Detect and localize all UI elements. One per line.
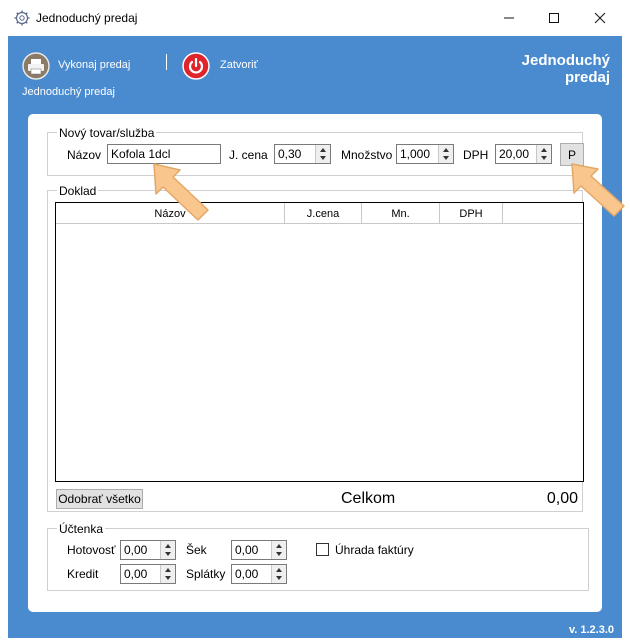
bill-legend: Účtenka (57, 522, 106, 536)
power-icon (182, 52, 210, 80)
quantity-spin-arrows[interactable] (438, 145, 453, 163)
close-app-label: Zatvoriť (220, 59, 258, 71)
title-bar: Jednoduchý predaj (0, 0, 630, 36)
spin-down-icon (165, 576, 171, 580)
installments-spin-arrows[interactable] (271, 565, 286, 583)
credit-spinner[interactable]: 0,00 (120, 564, 176, 584)
check-label: Šek (186, 543, 207, 557)
installments-spinner[interactable]: 0,00 (231, 564, 287, 584)
maximize-icon (549, 13, 559, 23)
version-label: v. 1.2.3.0 (568, 624, 614, 636)
new-item-legend: Nový tovar/služba (57, 126, 157, 140)
quantity-label: Množstvo (341, 148, 393, 162)
quantity-value: 1,000 (400, 147, 431, 161)
section-label: Jednoduchý predaj (22, 86, 115, 98)
close-icon (594, 12, 606, 24)
spin-down-icon (276, 552, 282, 556)
spin-up-icon (276, 544, 282, 548)
execute-sale-button[interactable]: Vykonaj predaj (22, 52, 162, 80)
spin-up-icon (165, 568, 171, 572)
spin-up-icon (320, 148, 326, 152)
price-spin-arrows[interactable] (315, 145, 330, 163)
spin-down-icon (276, 576, 282, 580)
printer-icon (22, 52, 50, 80)
column-header-vat[interactable]: DPH (440, 203, 503, 224)
installments-label: Splátky (186, 567, 226, 581)
total-value: 0,00 (546, 490, 578, 507)
remove-all-button[interactable]: Odobrať všetko (56, 489, 143, 509)
receipt-legend: Doklad (57, 184, 99, 198)
spin-down-icon (165, 552, 171, 556)
close-window-button[interactable] (577, 0, 623, 36)
check-value: 0,00 (235, 543, 259, 557)
spin-up-icon (541, 148, 547, 152)
invoice-checkbox[interactable] (316, 543, 329, 556)
price-label: J. cena (229, 148, 268, 162)
spin-up-icon (443, 148, 449, 152)
highlight-arrow-icon (571, 163, 625, 217)
price-spinner[interactable]: 0,30 (274, 144, 331, 164)
page-title: Jednoduchý predaj (522, 52, 610, 86)
remove-all-label: Odobrať všetko (58, 492, 141, 506)
close-app-button[interactable]: Zatvoriť (182, 52, 272, 80)
vat-label: DPH (463, 148, 489, 162)
vat-value: 20,00 (499, 147, 530, 161)
cash-spin-arrows[interactable] (160, 541, 175, 559)
vat-spin-arrows[interactable] (536, 145, 551, 163)
app-gear-icon (14, 10, 30, 26)
quantity-spinner[interactable]: 1,000 (396, 144, 454, 164)
spin-up-icon (165, 544, 171, 548)
credit-label: Kredit (67, 567, 99, 581)
receipt-table[interactable]: Názov J.cena Mn. DPH (55, 202, 584, 482)
price-value: 0,30 (278, 147, 302, 161)
page-title-line1: Jednoduchý (521, 52, 610, 69)
vat-spinner[interactable]: 20,00 (495, 144, 552, 164)
spin-up-icon (276, 568, 282, 572)
installments-value: 0,00 (235, 567, 259, 581)
execute-sale-label: Vykonaj predaj (58, 59, 131, 71)
check-spin-arrows[interactable] (271, 541, 286, 559)
page-title-line2: predaj (564, 69, 610, 86)
credit-value: 0,00 (124, 567, 148, 581)
minimize-icon (504, 17, 514, 19)
column-header-qty[interactable]: Mn. (362, 203, 440, 224)
name-label: Názov (67, 148, 102, 162)
spin-down-icon (320, 156, 326, 160)
cash-value: 0,00 (124, 543, 148, 557)
check-spinner[interactable]: 0,00 (231, 540, 287, 560)
maximize-button[interactable] (531, 0, 577, 36)
total-label: Celkom (341, 490, 396, 507)
minimize-button[interactable] (486, 0, 532, 36)
highlight-arrow-icon (153, 163, 209, 221)
cash-spinner[interactable]: 0,00 (120, 540, 176, 560)
receipt-table-header: Názov J.cena Mn. DPH (56, 203, 583, 224)
toolbar-separator (166, 54, 167, 70)
window-title: Jednoduchý predaj (36, 11, 138, 25)
spin-down-icon (541, 156, 547, 160)
cash-label: Hotovosť (67, 543, 116, 557)
invoice-label: Úhrada faktúry (335, 543, 414, 557)
column-header-price[interactable]: J.cena (285, 203, 362, 224)
credit-spin-arrows[interactable] (160, 565, 175, 583)
spin-down-icon (443, 156, 449, 160)
name-input-value: Kofola 1dcl (111, 147, 171, 161)
